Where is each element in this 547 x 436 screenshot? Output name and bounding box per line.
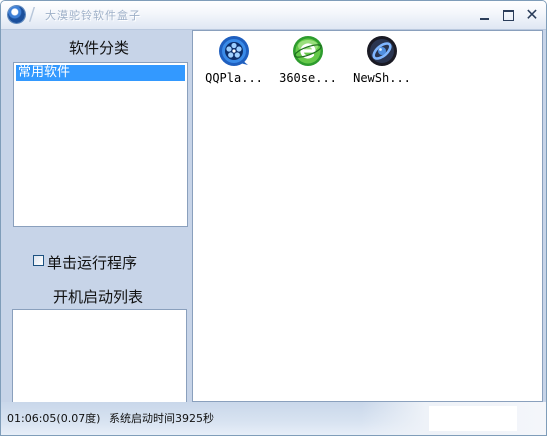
status-boot-time: 系统启动时间3925秒 [109, 412, 214, 425]
category-label: 软件分类 [69, 39, 130, 57]
app-label-qqplayer: QQPla... [205, 71, 263, 85]
minimize-button[interactable] [476, 7, 494, 23]
status-panel [429, 406, 517, 431]
app-tile-360se[interactable]: 360se... [271, 33, 345, 91]
status-bar: 01:06:05(0.07度) 系统启动时间3925秒 [1, 402, 546, 435]
newsh-icon [367, 36, 397, 66]
app-label-360se: 360se... [279, 71, 337, 85]
title-decoration: / [29, 4, 36, 25]
startup-list[interactable] [12, 309, 187, 404]
startup-list-label: 开机启动列表 [53, 288, 144, 306]
app-logo-icon[interactable] [8, 6, 25, 23]
app-tile-qqplayer[interactable]: QQPla... [197, 33, 271, 91]
left-panel: 软件分类 常用软件 单击运行程序 开机启动列表 [5, 30, 189, 404]
category-item-common[interactable]: 常用软件 [16, 65, 185, 81]
window-title: 大漠驼铃软件盒子 [45, 9, 141, 22]
category-list[interactable]: 常用软件 [13, 62, 188, 227]
software-grid[interactable]: QQPla... 360se... NewSh... [192, 30, 543, 402]
app-tile-newsh[interactable]: NewSh... [345, 33, 419, 91]
main-window: / 大漠驼铃软件盒子 ✕ 软件分类 常用软件 单击运行程序 开机启动列表 QQP… [0, 0, 547, 436]
title-bar[interactable]: / 大漠驼铃软件盒子 ✕ [1, 1, 546, 30]
close-button[interactable]: ✕ [523, 7, 541, 23]
single-click-run-checkbox[interactable] [33, 255, 44, 266]
single-click-run-label[interactable]: 单击运行程序 [47, 252, 137, 273]
app-label-newsh: NewSh... [353, 71, 411, 85]
360se-browser-icon [293, 36, 323, 66]
qqplayer-icon [219, 36, 249, 66]
status-time: 01:06:05(0.07度) [7, 412, 101, 425]
maximize-button[interactable] [500, 7, 518, 23]
